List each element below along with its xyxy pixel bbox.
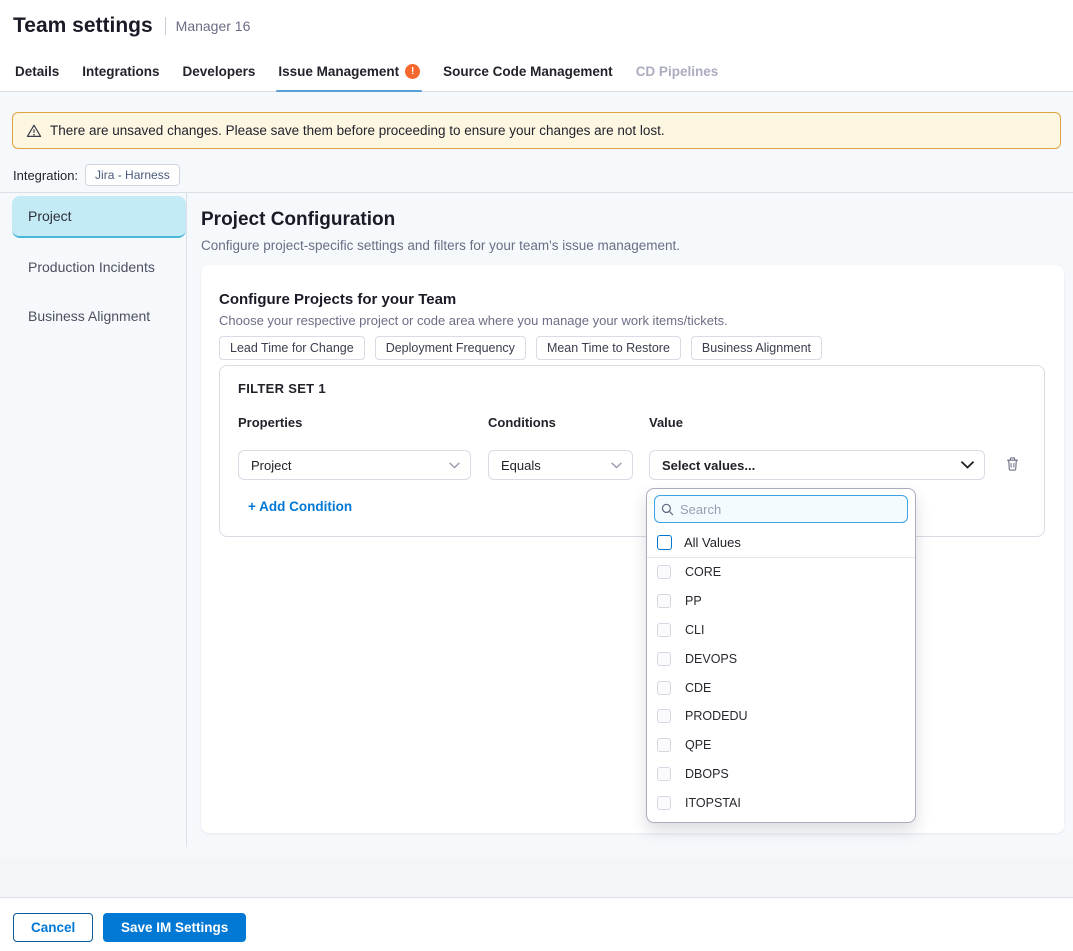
page-title: Team settings (13, 14, 153, 38)
conditions-column-label: Conditions (488, 415, 556, 430)
section-title: Project Configuration (201, 209, 395, 231)
horizontal-divider (0, 192, 1073, 193)
condition-select[interactable]: Equals (488, 450, 633, 480)
dropdown-options-list: CORE PP CLI DEVOPS CDE PRODEDU QPE DBOPS… (647, 558, 915, 823)
card-title: Configure Projects for your Team (219, 291, 456, 308)
dropdown-option[interactable]: DBOPS (647, 760, 915, 789)
title-separator (165, 17, 166, 35)
unsaved-alert-badge: ! (405, 64, 420, 79)
dropdown-option[interactable]: CORE (647, 558, 915, 587)
unsaved-changes-banner: There are unsaved changes. Please save t… (12, 112, 1061, 149)
checkbox[interactable] (657, 681, 671, 695)
chevron-down-icon (449, 462, 460, 469)
dropdown-option[interactable]: ITOPSTAI (647, 788, 915, 817)
dropdown-option[interactable]: PIPE (647, 817, 915, 823)
content-bottom-strip (0, 857, 1073, 897)
tab-issue-management[interactable]: Issue Management ! (276, 52, 422, 91)
dropdown-option[interactable]: CDE (647, 673, 915, 702)
tab-cd-pipelines: CD Pipelines (634, 52, 721, 91)
dropdown-option[interactable]: PP (647, 587, 915, 616)
checkbox[interactable] (657, 738, 671, 752)
cancel-button[interactable]: Cancel (13, 913, 93, 942)
dropdown-option[interactable]: DEVOPS (647, 644, 915, 673)
dropdown-option[interactable]: CLI (647, 616, 915, 645)
checkbox[interactable] (657, 652, 671, 666)
checkbox-all-values[interactable] (657, 535, 672, 550)
properties-column-label: Properties (238, 415, 302, 430)
page-header: Team settings Manager 16 (0, 0, 1073, 52)
sidebar-item-project[interactable]: Project (12, 196, 186, 238)
project-configuration-card: Configure Projects for your Team Choose … (201, 265, 1064, 833)
metric-chips: Lead Time for Change Deployment Frequenc… (219, 336, 822, 360)
search-input[interactable] (680, 502, 901, 517)
chip-deployment-frequency[interactable]: Deployment Frequency (375, 336, 526, 360)
sidebar-divider (186, 193, 187, 847)
value-column-label: Value (649, 415, 683, 430)
chip-business-alignment[interactable]: Business Alignment (691, 336, 822, 360)
filter-set-1: FILTER SET 1 Properties Conditions Value… (219, 365, 1045, 537)
chip-lead-time-for-change[interactable]: Lead Time for Change (219, 336, 365, 360)
checkbox[interactable] (657, 594, 671, 608)
chevron-down-icon (961, 461, 974, 469)
footer-bar: Cancel Save IM Settings (0, 897, 1073, 951)
tab-details[interactable]: Details (13, 52, 61, 91)
value-dropdown-panel: All Values CORE PP CLI DEVOPS CDE PRODED… (646, 488, 916, 823)
page-subtitle: Manager 16 (176, 18, 251, 34)
section-subtitle: Configure project-specific settings and … (201, 238, 680, 253)
banner-text: There are unsaved changes. Please save t… (50, 123, 665, 138)
checkbox[interactable] (657, 565, 671, 579)
card-subtitle: Choose your respective project or code a… (219, 313, 728, 328)
property-select[interactable]: Project (238, 450, 471, 480)
warning-icon (26, 123, 42, 139)
dropdown-search[interactable] (654, 495, 908, 523)
filter-set-title: FILTER SET 1 (238, 381, 326, 396)
tab-bar: Details Integrations Developers Issue Ma… (0, 52, 1073, 92)
add-condition-button[interactable]: + Add Condition (248, 499, 352, 514)
value-multiselect[interactable]: Select values... (649, 450, 985, 480)
checkbox[interactable] (657, 623, 671, 637)
dropdown-option[interactable]: QPE (647, 731, 915, 760)
search-icon (661, 503, 674, 516)
sidebar-item-production-incidents[interactable]: Production Incidents (28, 259, 155, 275)
tab-integrations[interactable]: Integrations (80, 52, 161, 91)
chevron-down-icon (611, 462, 622, 469)
trash-icon (1005, 456, 1020, 472)
all-values-option[interactable]: All Values (647, 528, 915, 558)
delete-condition-button[interactable] (1002, 454, 1022, 474)
save-im-settings-button[interactable]: Save IM Settings (103, 913, 246, 942)
tab-source-code-management[interactable]: Source Code Management (441, 52, 615, 91)
checkbox[interactable] (657, 796, 671, 810)
chip-mean-time-to-restore[interactable]: Mean Time to Restore (536, 336, 681, 360)
integration-row: Integration: Jira - Harness (13, 164, 180, 186)
checkbox[interactable] (657, 709, 671, 723)
tab-developers[interactable]: Developers (181, 52, 258, 91)
sidebar-item-business-alignment[interactable]: Business Alignment (28, 308, 150, 324)
dropdown-option[interactable]: PRODEDU (647, 702, 915, 731)
integration-chip[interactable]: Jira - Harness (85, 164, 180, 186)
integration-label: Integration: (13, 168, 78, 183)
checkbox[interactable] (657, 767, 671, 781)
